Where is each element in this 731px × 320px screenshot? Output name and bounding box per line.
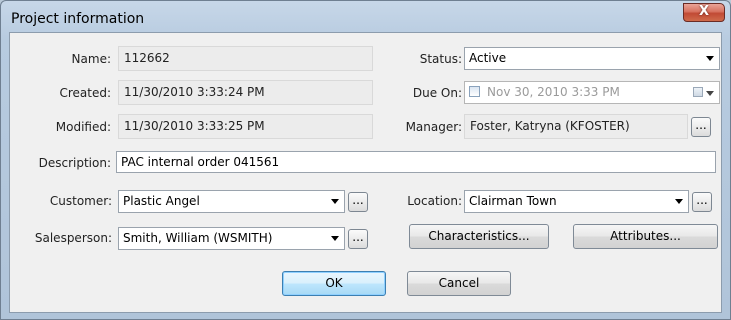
name-field: 112662 [118, 46, 373, 71]
chevron-down-icon[interactable] [706, 91, 714, 96]
modified-field: 11/30/2010 3:33:25 PM [118, 114, 373, 139]
due-on-datepicker[interactable]: Nov 30, 2010 3:33 PM [464, 81, 720, 104]
description-label: Description: [38, 156, 111, 170]
close-button[interactable]: X [683, 3, 725, 22]
created-field: 11/30/2010 3:33:24 PM [118, 80, 373, 105]
salesperson-select[interactable]: Smith, William (WSMITH) [118, 227, 345, 250]
due-on-value: Nov 30, 2010 3:33 PM [487, 85, 620, 99]
dialog-title: Project information [11, 11, 145, 27]
characteristics-button[interactable]: Characteristics... [409, 224, 549, 249]
due-on-label: Due On: [412, 86, 462, 100]
calendar-icon[interactable] [693, 87, 703, 97]
location-value: Clairman Town [469, 194, 557, 208]
dialog-client-area: Name: 112662 Status: Active Created: 11/… [9, 32, 722, 313]
modified-label: Modified: [55, 120, 111, 134]
salesperson-label: Salesperson: [34, 231, 112, 245]
created-label: Created: [59, 86, 111, 100]
ok-button[interactable]: OK [282, 271, 386, 296]
customer-value: Plastic Angel [123, 194, 200, 208]
cancel-button[interactable]: Cancel [407, 271, 511, 296]
salesperson-browse-button[interactable]: ... [348, 229, 368, 249]
chevron-down-icon [706, 56, 714, 61]
chevron-down-icon [675, 199, 683, 204]
chevron-down-icon [331, 236, 339, 241]
description-input[interactable]: PAC internal order 041561 [116, 151, 716, 173]
manager-field: Foster, Katryna (KFOSTER) [464, 114, 688, 139]
customer-select[interactable]: Plastic Angel [118, 190, 345, 213]
project-information-dialog: Project information X Name: 112662 Statu… [0, 0, 731, 320]
salesperson-value: Smith, William (WSMITH) [123, 231, 273, 245]
location-select[interactable]: Clairman Town [464, 190, 689, 213]
status-label: Status: [419, 52, 462, 66]
chevron-down-icon [331, 199, 339, 204]
status-select[interactable]: Active [464, 47, 720, 70]
manager-label: Manager: [405, 120, 462, 134]
name-label: Name: [71, 52, 111, 66]
location-browse-button[interactable]: ... [692, 192, 712, 212]
attributes-button[interactable]: Attributes... [573, 224, 718, 249]
location-label: Location: [407, 194, 462, 208]
manager-browse-button[interactable]: ... [691, 117, 711, 137]
customer-label: Customer: [49, 194, 112, 208]
due-on-checkbox[interactable] [469, 86, 480, 97]
status-value: Active [469, 51, 507, 65]
customer-browse-button[interactable]: ... [348, 192, 368, 212]
